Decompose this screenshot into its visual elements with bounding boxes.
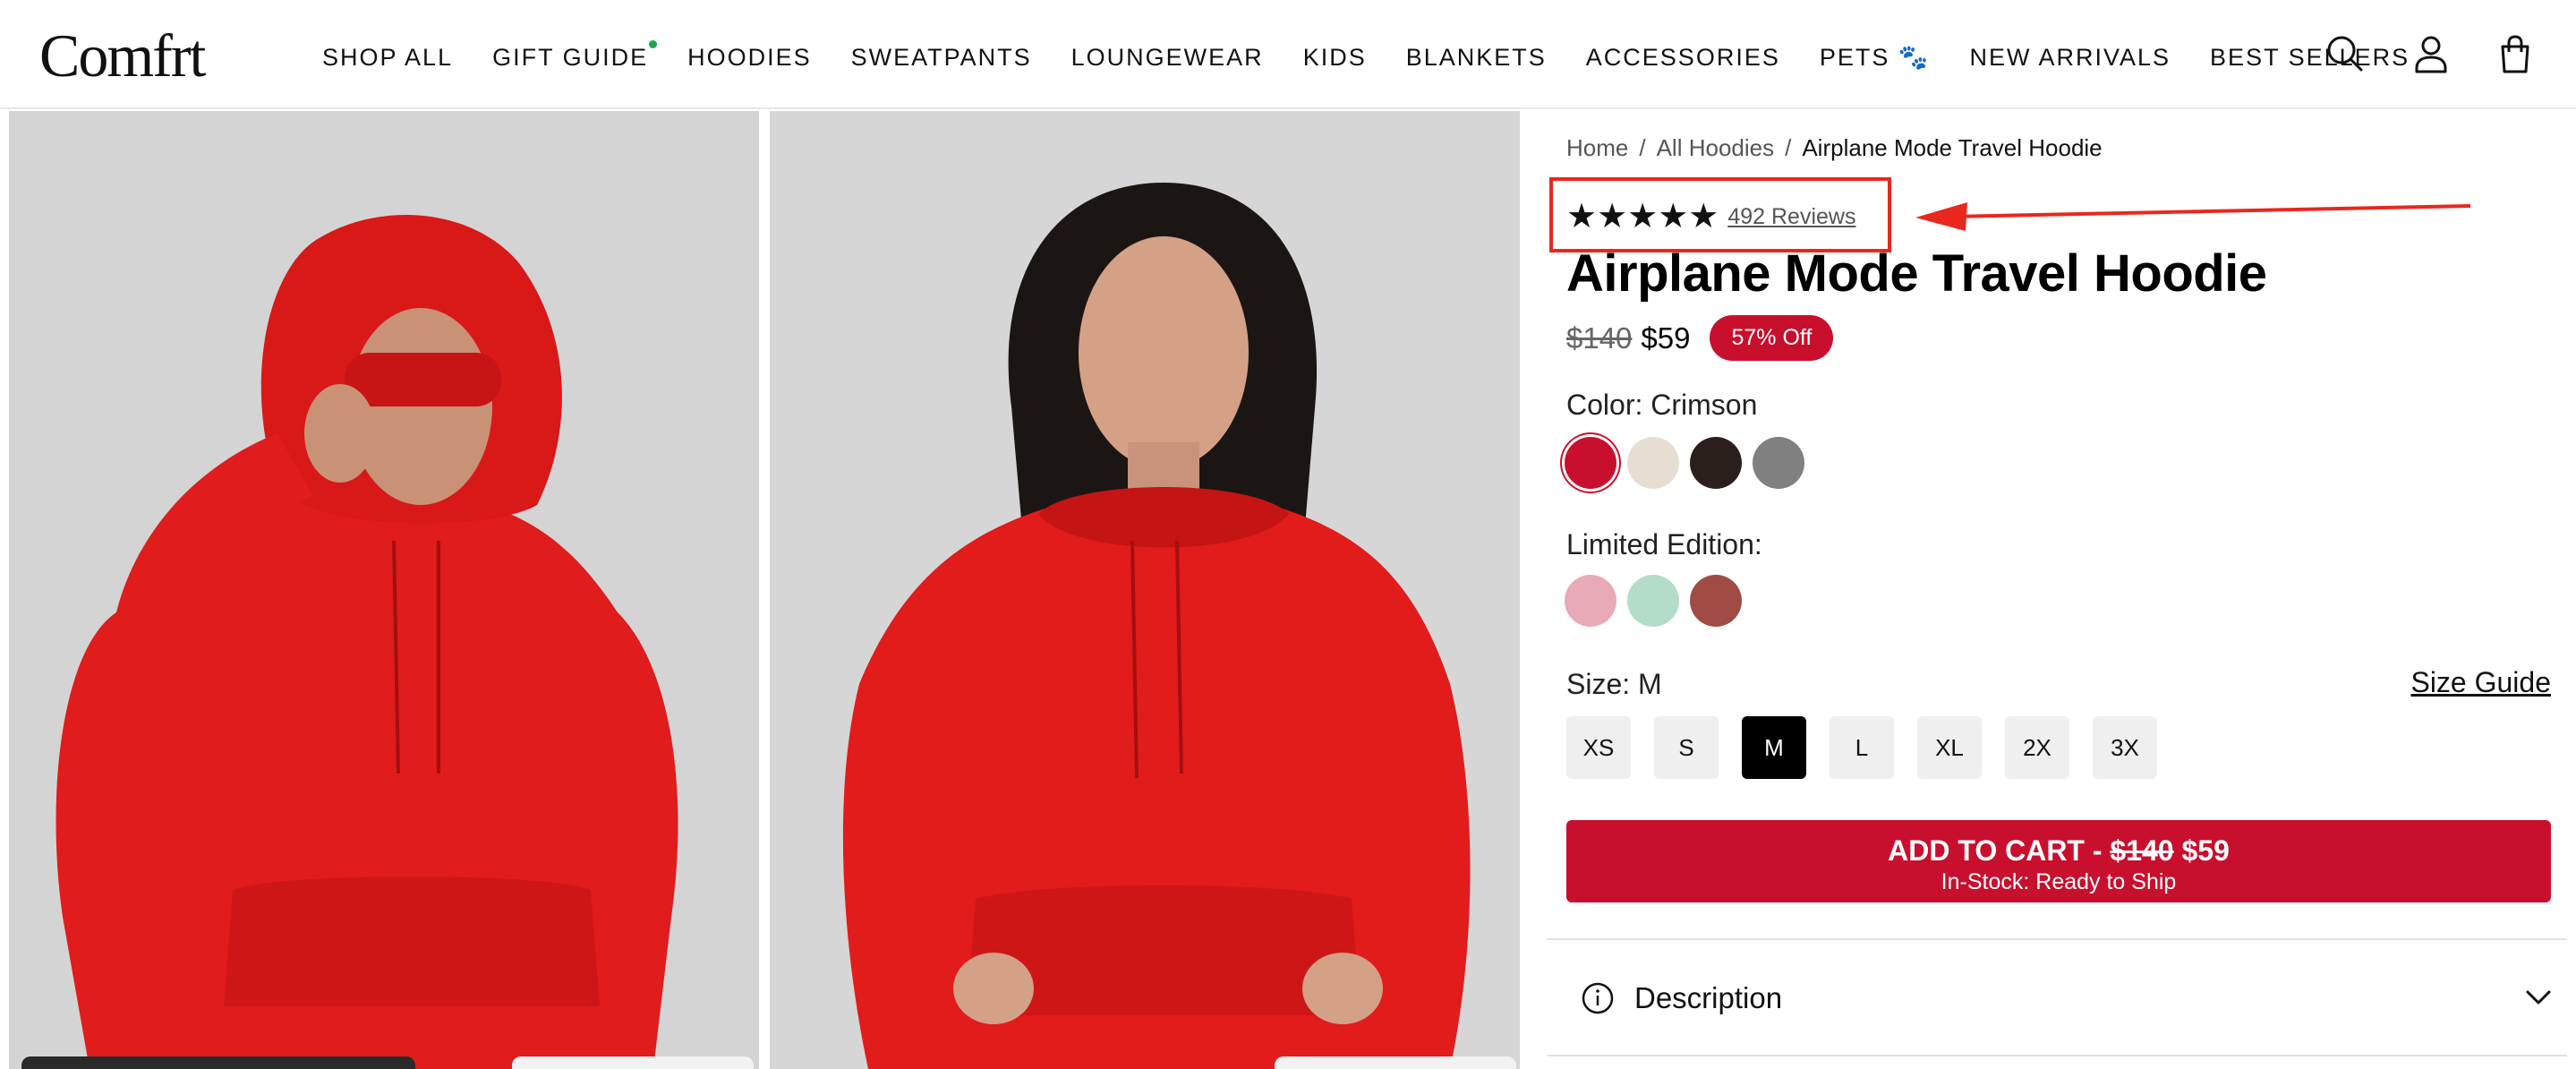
- nav-label: SWEATPANTS: [850, 43, 1032, 71]
- size-option-s[interactable]: S: [1654, 716, 1719, 779]
- cart-button-label: ADD TO CART - $140 $59: [1566, 834, 2551, 868]
- divider: [1547, 1055, 2567, 1056]
- swatch-rust[interactable]: [1690, 575, 1742, 627]
- color-swatches: [1565, 437, 1804, 489]
- description-accordion[interactable]: Description: [1581, 972, 2556, 1024]
- swatch-pink[interactable]: [1565, 575, 1616, 627]
- nav-label: GIFT GUIDE: [492, 43, 649, 71]
- nav-item-gift-guide[interactable]: GIFT GUIDE: [492, 39, 658, 72]
- size-option-m[interactable]: M: [1742, 716, 1806, 779]
- image-caption-bar: [21, 1056, 415, 1069]
- product-image-1[interactable]: [9, 111, 759, 1069]
- nav-item-shop-all[interactable]: SHOP ALL: [322, 44, 453, 72]
- discount-badge: 57% Off: [1710, 315, 1834, 361]
- product-title: Airplane Mode Travel Hoodie: [1566, 244, 2267, 303]
- original-price: $140: [1566, 321, 1633, 355]
- nav-label: PETS 🐾: [1819, 44, 1931, 71]
- price-row: $140 $59 57% Off: [1566, 315, 1834, 361]
- swatch-cream[interactable]: [1627, 437, 1679, 489]
- description-label: Description: [1634, 981, 1783, 1014]
- size-option-xl[interactable]: XL: [1917, 716, 1982, 779]
- cart-original-price: $140: [2110, 834, 2174, 867]
- nav-item-blankets[interactable]: BLANKETS: [1406, 44, 1547, 72]
- nav-label: ACCESSORIES: [1585, 43, 1780, 71]
- annotation-arrow-icon: [1915, 188, 2479, 242]
- image-thumbnail-bar: [1275, 1056, 1516, 1069]
- swatch-crimson[interactable]: [1565, 437, 1616, 489]
- nav-item-hoodies[interactable]: HOODIES: [687, 44, 812, 72]
- size-options: XS S M L XL 2X 3X: [1566, 716, 2157, 779]
- size-option-2x[interactable]: 2X: [2005, 716, 2069, 779]
- limited-swatches: [1565, 575, 1742, 627]
- nav-item-new-arrivals[interactable]: NEW ARRIVALS: [1969, 44, 2171, 72]
- rating-stars: ★★★★★: [1566, 198, 1719, 235]
- nav-label: BLANKETS: [1405, 43, 1547, 71]
- nav-item-pets[interactable]: PETS 🐾: [1820, 43, 1931, 72]
- swatch-dark-brown[interactable]: [1690, 437, 1742, 489]
- nav-item-loungewear[interactable]: LOUNGEWEAR: [1071, 44, 1264, 72]
- size-guide-link[interactable]: Size Guide: [2410, 666, 2551, 699]
- site-logo[interactable]: Comfrt: [39, 20, 206, 91]
- nav-item-kids[interactable]: KIDS: [1303, 44, 1367, 72]
- swatch-grey[interactable]: [1753, 437, 1804, 489]
- divider: [1547, 938, 2567, 940]
- breadcrumb-current: Airplane Mode Travel Hoodie: [1802, 134, 2103, 161]
- swatch-mint[interactable]: [1627, 575, 1679, 627]
- breadcrumb: Home / All Hoodies / Airplane Mode Trave…: [1566, 134, 2103, 162]
- cart-prefix: ADD TO CART -: [1888, 834, 2111, 867]
- nav-label: BEST SELLERS: [2210, 43, 2410, 71]
- sale-price: $59: [1641, 321, 1691, 355]
- site-header: Comfrt SHOP ALL GIFT GUIDE HOODIES SWEAT…: [0, 0, 2576, 109]
- main-nav: SHOP ALL GIFT GUIDE HOODIES SWEATPANTS L…: [322, 39, 2449, 75]
- account-icon[interactable]: [2410, 32, 2452, 75]
- image-thumbnail-bar: [512, 1056, 754, 1069]
- cart-icon[interactable]: [2494, 32, 2537, 75]
- cart-sale-price: $59: [2181, 834, 2230, 867]
- reviews-link[interactable]: 492 Reviews: [1727, 204, 1855, 230]
- breadcrumb-category[interactable]: All Hoodies: [1657, 134, 1775, 162]
- nav-item-accessories[interactable]: ACCESSORIES: [1586, 44, 1780, 72]
- info-icon: [1582, 982, 1614, 1014]
- nav-label: HOODIES: [687, 43, 812, 71]
- breadcrumb-separator: /: [1639, 134, 1646, 161]
- breadcrumb-home[interactable]: Home: [1566, 134, 1628, 162]
- product-image-2[interactable]: [770, 111, 1520, 1069]
- size-option-xs[interactable]: XS: [1566, 716, 1631, 779]
- nav-item-sweatpants[interactable]: SWEATPANTS: [851, 44, 1032, 72]
- stock-status: In-Stock: Ready to Ship: [1941, 869, 2177, 894]
- size-option-3x[interactable]: 3X: [2093, 716, 2157, 779]
- color-label: Color: Crimson: [1566, 389, 1758, 421]
- nav-label: NEW ARRIVALS: [1969, 43, 2171, 71]
- search-icon[interactable]: [2324, 32, 2367, 75]
- nav-label: LOUNGEWEAR: [1070, 43, 1264, 71]
- chevron-down-icon: [2526, 990, 2551, 1005]
- add-to-cart-button[interactable]: ADD TO CART - $140 $59 In-Stock: Ready t…: [1566, 820, 2551, 902]
- nav-label: SHOP ALL: [322, 43, 454, 71]
- size-option-l[interactable]: L: [1830, 716, 1894, 779]
- nav-item-best-sellers[interactable]: BEST SELLERS: [2210, 44, 2410, 72]
- limited-edition-label: Limited Edition:: [1566, 528, 1762, 560]
- size-label: Size: M: [1566, 668, 1662, 700]
- nav-label: KIDS: [1302, 43, 1367, 71]
- product-rating: ★★★★★ 492 Reviews: [1566, 199, 1855, 235]
- new-indicator-dot: [649, 39, 658, 48]
- breadcrumb-separator: /: [1785, 134, 1792, 161]
